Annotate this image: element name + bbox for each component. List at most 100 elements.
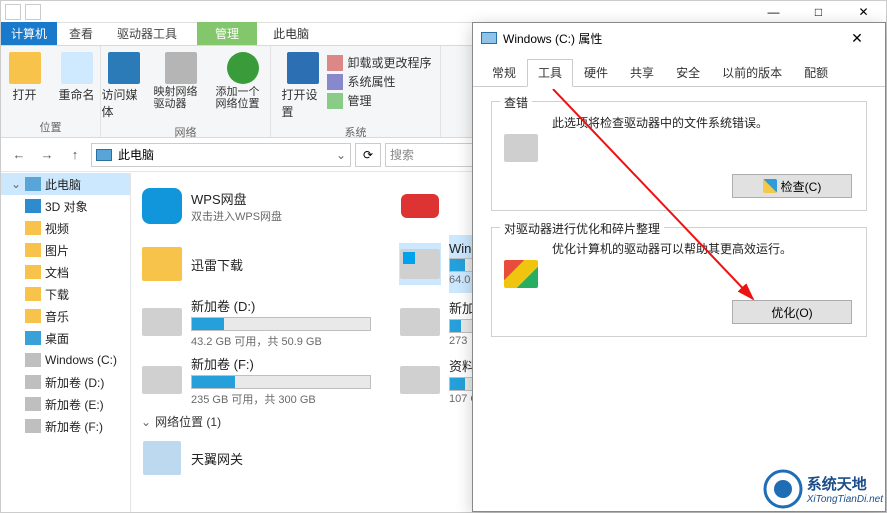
- watermark: 系统天地 XiTongTianDi.net: [763, 469, 883, 509]
- watermark-logo: [763, 469, 803, 509]
- media-icon: [108, 52, 140, 84]
- qat-icon[interactable]: [5, 4, 21, 20]
- tab-view[interactable]: 查看: [57, 22, 105, 45]
- tab-drive-tools[interactable]: 驱动器工具: [105, 22, 189, 45]
- navitem-desktop[interactable]: 桌面: [1, 327, 130, 349]
- context-tab-manage[interactable]: 管理: [197, 22, 257, 45]
- tab-hardware[interactable]: 硬件: [573, 59, 619, 86]
- dialog-close-button[interactable]: ✕: [837, 30, 877, 47]
- titlebar: — □ ✕: [1, 1, 886, 23]
- navitem-videos[interactable]: 视频: [1, 217, 130, 239]
- watermark-title: 系统天地: [807, 473, 883, 494]
- up-button[interactable]: ↑: [63, 143, 87, 167]
- group-label: 系统: [277, 122, 434, 142]
- partner-icon: [399, 185, 441, 227]
- navitem-downloads[interactable]: 下载: [1, 283, 130, 305]
- tab-computer[interactable]: 计算机: [1, 22, 57, 45]
- defrag-icon: [504, 260, 538, 288]
- navitem-drive-f[interactable]: 新加卷 (F:): [1, 415, 130, 437]
- placeholder: 搜索: [390, 146, 414, 163]
- drive-icon: [399, 359, 441, 401]
- properties-dialog: Windows (C:) 属性 ✕ 常规 工具 硬件 共享 安全 以前的版本 配…: [472, 22, 886, 512]
- dialog-tabs: 常规 工具 硬件 共享 安全 以前的版本 配额: [473, 53, 885, 87]
- ribbon-group-location: 打开 重命名 位置: [1, 46, 101, 137]
- folder-open-icon: [9, 52, 41, 84]
- manage-button[interactable]: 管理: [327, 92, 431, 109]
- add-network-location-button[interactable]: 添加一个网络位置: [214, 50, 272, 122]
- label: 映射网络驱动器: [154, 86, 208, 110]
- dialog-titlebar: Windows (C:) 属性 ✕: [473, 23, 885, 53]
- globe-icon: [227, 52, 259, 84]
- label: 重命名: [58, 86, 94, 103]
- description: 优化计算机的驱动器可以帮助其更高效运行。: [552, 240, 854, 257]
- open-button[interactable]: 打开: [1, 50, 49, 105]
- drive-icon: [481, 32, 497, 44]
- optimize-button[interactable]: 优化(O): [732, 300, 852, 324]
- error-checking-group: 查错 此选项将检查驱动器中的文件系统错误。 检查(C): [491, 101, 867, 211]
- chevron-down-icon: ⌄: [141, 415, 151, 429]
- refresh-button[interactable]: ⟳: [355, 143, 381, 167]
- ribbon-group-network: 访问媒体 映射网络驱动器 添加一个网络位置 网络: [101, 46, 271, 137]
- navigation-pane: ⌄此电脑 3D 对象 视频 图片 文档 下载 音乐 桌面 Windows (C:…: [1, 173, 131, 512]
- context-title-this-pc: 此电脑: [257, 22, 325, 45]
- drive-c-item[interactable]: [399, 243, 441, 285]
- access-media-button[interactable]: 访问媒体: [100, 50, 148, 122]
- optimize-group: 对驱动器进行优化和碎片整理 优化计算机的驱动器可以帮助其更高效运行。 优化(O): [491, 227, 867, 337]
- group-label: 位置: [7, 117, 94, 137]
- tab-tools[interactable]: 工具: [527, 59, 573, 87]
- minimize-button[interactable]: —: [751, 1, 796, 23]
- uninstall-icon: [327, 55, 343, 71]
- tab-previous-versions[interactable]: 以前的版本: [711, 59, 793, 86]
- dialog-body: 查错 此选项将检查驱动器中的文件系统错误。 检查(C) 对驱动器进行优化和碎片整…: [473, 87, 885, 367]
- back-button[interactable]: ←: [7, 143, 31, 167]
- open-settings-button[interactable]: 打开设置: [279, 50, 327, 122]
- ribbon-group-system: 打开设置 卸载或更改程序 系统属性 管理 系统: [271, 46, 441, 137]
- rename-button[interactable]: 重命名: [53, 50, 101, 105]
- maximize-button[interactable]: □: [796, 1, 841, 23]
- tab-sharing[interactable]: 共享: [619, 59, 665, 86]
- navitem-pictures[interactable]: 图片: [1, 239, 130, 261]
- label: 访问媒体: [102, 86, 146, 120]
- breadcrumb[interactable]: 此电脑: [118, 146, 154, 163]
- navitem-drive-c[interactable]: Windows (C:): [1, 349, 130, 371]
- drive-icon: [504, 134, 538, 162]
- label: 打开设置: [281, 86, 325, 120]
- quick-access-toolbar: [1, 4, 45, 20]
- drive-icon: [399, 301, 441, 343]
- navitem-drive-e[interactable]: 新加卷 (E:): [1, 393, 130, 415]
- watermark-url: XiTongTianDi.net: [807, 494, 883, 505]
- drive-icon: [141, 359, 183, 401]
- navitem-this-pc[interactable]: ⌄此电脑: [1, 173, 130, 195]
- description: 此选项将检查驱动器中的文件系统错误。: [552, 114, 854, 131]
- drive-icon: [165, 52, 197, 84]
- navitem-documents[interactable]: 文档: [1, 261, 130, 283]
- pc-icon: [96, 149, 112, 161]
- tab-quota[interactable]: 配额: [793, 59, 839, 86]
- navitem-3d-objects[interactable]: 3D 对象: [1, 195, 130, 217]
- rename-icon: [61, 52, 93, 84]
- settings-icon: [287, 52, 319, 84]
- group-label: 网络: [107, 122, 264, 142]
- legend: 对驱动器进行优化和碎片整理: [500, 220, 664, 237]
- shield-icon: [763, 179, 777, 193]
- label: 添加一个网络位置: [216, 86, 270, 110]
- folder-icon: [141, 243, 183, 285]
- manage-icon: [327, 93, 343, 109]
- forward-button[interactable]: →: [35, 143, 59, 167]
- tab-security[interactable]: 安全: [665, 59, 711, 86]
- tab-general[interactable]: 常规: [481, 59, 527, 86]
- close-button[interactable]: ✕: [841, 1, 886, 23]
- sysprops-icon: [327, 74, 343, 90]
- window-controls: — □ ✕: [751, 1, 886, 23]
- address-bar[interactable]: 此电脑 ⌄: [91, 143, 351, 167]
- check-button[interactable]: 检查(C): [732, 174, 852, 198]
- map-drive-button[interactable]: 映射网络驱动器: [152, 50, 210, 122]
- navitem-drive-d[interactable]: 新加卷 (D:): [1, 371, 130, 393]
- system-properties-button[interactable]: 系统属性: [327, 73, 431, 90]
- navitem-music[interactable]: 音乐: [1, 305, 130, 327]
- qat-dropdown[interactable]: [25, 4, 41, 20]
- label: 打开: [12, 86, 36, 103]
- uninstall-button[interactable]: 卸载或更改程序: [327, 54, 431, 71]
- gateway-icon: [141, 437, 183, 479]
- chevron-down-icon[interactable]: ⌄: [336, 148, 346, 162]
